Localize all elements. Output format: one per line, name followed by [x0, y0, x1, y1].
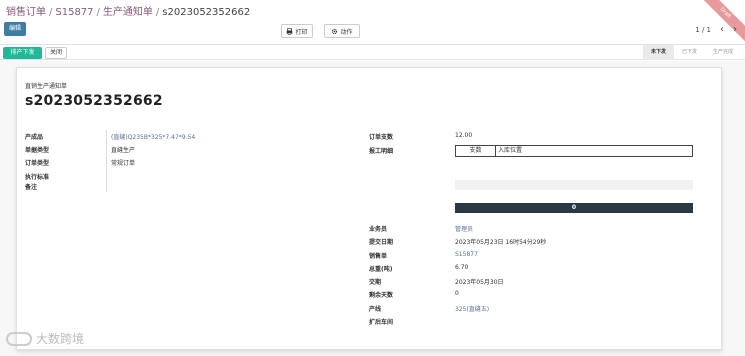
field-label-report-detail: 报工明细	[369, 148, 394, 155]
dispatch-production-button[interactable]: 排产下发	[3, 47, 42, 59]
field-value-salesperson[interactable]: 管理员	[455, 224, 473, 233]
previous-record-icon[interactable]: ‹	[720, 24, 724, 35]
gear-icon	[332, 28, 338, 34]
field-value-order-qty: 12.00	[455, 132, 473, 139]
breadcrumb-separator: /	[49, 7, 53, 18]
breadcrumb-separator: /	[96, 7, 100, 18]
table-empty-row	[455, 180, 693, 190]
pager: 1 / 1 ‹ ›	[695, 24, 737, 35]
field-value-sales-order[interactable]: S15877	[455, 251, 478, 258]
column-header-qty: 支数	[456, 146, 496, 156]
stage-production-done[interactable]: 生产完成	[705, 45, 741, 60]
breadcrumb-production-notice[interactable]: 生产通知单	[103, 7, 153, 18]
breadcrumb-sales-order[interactable]: 销售订单	[6, 7, 46, 18]
action-label: 动作	[340, 28, 353, 36]
field-value-remaining-days: 0	[455, 290, 459, 297]
stage-not-dispatched[interactable]: 未下发	[642, 45, 674, 60]
column-divider	[106, 130, 107, 192]
print-label: 打印	[295, 28, 308, 36]
field-value-product[interactable]: (直缝)Q235B*325*7.47*9.54	[111, 132, 195, 141]
breadcrumb-current: s2023052352662	[162, 7, 251, 18]
pager-value[interactable]: 1 / 1	[695, 26, 711, 34]
field-value-due-date: 2023年05月30日	[455, 279, 504, 286]
statusbar: 排产下发 关闭 未下发 已下发 生产完成	[0, 44, 745, 60]
field-value-document-type: 直缝生产	[111, 147, 136, 154]
next-record-icon[interactable]: ›	[733, 24, 737, 35]
progress-bar: 0	[455, 203, 693, 213]
field-value-total-weight: 6.70	[455, 264, 469, 271]
column-header-location: 入库位置	[498, 147, 523, 154]
field-label-order-type: 订单类型	[25, 160, 50, 167]
field-label-order-qty: 订单支数	[369, 134, 394, 141]
field-label-salesperson: 业务员	[369, 226, 388, 233]
ribbon-label: Draft	[701, 0, 745, 44]
status-ribbon: Draft	[701, 0, 745, 44]
field-label-standard: 执行标准	[25, 174, 50, 181]
stage-dispatched[interactable]: 已下发	[674, 45, 705, 60]
field-label-sales-order: 销售单	[369, 253, 388, 260]
edit-button[interactable]: 编辑	[4, 22, 26, 36]
printer-icon	[287, 27, 293, 35]
report-detail-table: 支数 入库位置	[455, 145, 693, 157]
print-button[interactable]: 打印	[281, 24, 313, 38]
field-value-production-line[interactable]: 325(直缝五)	[455, 304, 489, 313]
watermark-text: 大数跨境	[36, 332, 85, 346]
stage-indicator: 未下发 已下发 生产完成	[642, 45, 741, 60]
field-value-submit-date: 2023年05月23日 16时54分29秒	[455, 239, 547, 246]
field-label-production-line: 产线	[369, 306, 382, 313]
document-type: 直销生产通知单	[25, 83, 68, 90]
field-label-due-date: 交期	[369, 279, 382, 286]
document-name: s2023052352662	[25, 93, 163, 109]
field-label-total-weight: 总重(吨)	[369, 266, 393, 273]
field-value-order-type: 常规订单	[111, 160, 136, 167]
watermark: 大数跨境	[6, 330, 84, 347]
field-label-expanded-workshop: 扩后车间	[369, 319, 394, 326]
breadcrumb-separator: /	[155, 7, 160, 18]
breadcrumb-order-number[interactable]: S15877	[55, 7, 93, 18]
field-label-submit-date: 提交日期	[369, 239, 394, 246]
field-label-product: 产成品	[25, 134, 44, 141]
close-button[interactable]: 关闭	[45, 47, 67, 59]
action-button[interactable]: 动作	[324, 24, 360, 38]
field-label-remaining-days: 剩余天数	[369, 292, 394, 299]
breadcrumb: 销售订单 / S15877/生产通知单 / s2023052352662	[6, 3, 250, 18]
field-label-remark: 备注	[25, 184, 38, 191]
field-label-document-type: 单据类型	[25, 147, 50, 154]
watermark-logo-icon	[6, 331, 32, 346]
